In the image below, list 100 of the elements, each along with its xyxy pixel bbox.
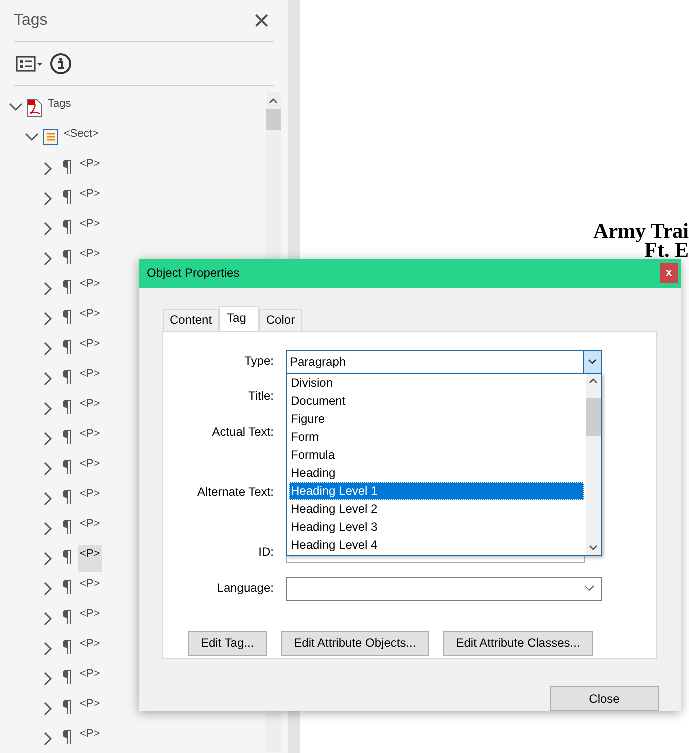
- paragraph-icon: [62, 519, 72, 534]
- paragraph-icon: [62, 309, 72, 324]
- chevron-icon[interactable]: [43, 372, 53, 386]
- chevron-icon[interactable]: [43, 642, 53, 656]
- paragraph-icon: [62, 189, 72, 204]
- tag-item[interactable]: <P>: [78, 545, 102, 572]
- tag-item[interactable]: <P>: [78, 215, 102, 235]
- language-dropdown[interactable]: [286, 576, 602, 601]
- tag-item[interactable]: <P>: [78, 365, 102, 385]
- chevron-icon[interactable]: [43, 702, 53, 716]
- scroll-thumb[interactable]: [266, 109, 281, 130]
- paragraph-icon: [62, 249, 72, 264]
- tag-item[interactable]: Tags: [46, 95, 74, 115]
- chevron-icon[interactable]: [43, 222, 53, 236]
- dialog-button[interactable]: Edit Attribute Objects...: [281, 630, 430, 656]
- tag-item[interactable]: <P>: [78, 155, 102, 175]
- tag-item[interactable]: <P>: [78, 335, 102, 355]
- chevron-icon[interactable]: [43, 492, 53, 506]
- paragraph-icon: [62, 729, 72, 744]
- dropdown-option[interactable]: Heading Level 2: [289, 500, 584, 518]
- chevron-icon[interactable]: [43, 612, 53, 626]
- tab[interactable]: Content: [163, 308, 220, 331]
- chevron-icon[interactable]: [43, 732, 53, 746]
- options-menu-icon[interactable]: [16, 54, 44, 72]
- document-heading: Army Trai: [594, 222, 689, 241]
- scroll-thumb[interactable]: [586, 398, 601, 436]
- tag-item[interactable]: <P>: [78, 395, 102, 415]
- tag-item[interactable]: <P>: [78, 605, 102, 625]
- chevron-icon[interactable]: [43, 552, 53, 566]
- chevron-icon[interactable]: [43, 462, 53, 476]
- dropdown-option[interactable]: Heading Level 1: [289, 482, 584, 500]
- dropdown-option[interactable]: Division: [289, 374, 584, 392]
- close-button[interactable]: x: [660, 263, 678, 284]
- tag-item[interactable]: <P>: [78, 665, 102, 685]
- paragraph-icon: [62, 579, 72, 594]
- chevron-icon[interactable]: [43, 582, 53, 596]
- dialog-button[interactable]: Edit Tag...: [188, 630, 268, 656]
- tag-item[interactable]: <P>: [78, 695, 102, 715]
- chevron-icon[interactable]: [43, 282, 53, 296]
- paragraph-icon: [62, 399, 72, 414]
- paragraph-icon: [62, 639, 72, 654]
- tag-item[interactable]: <P>: [78, 245, 102, 265]
- chevron-icon[interactable]: [25, 132, 39, 142]
- scroll-down-icon[interactable]: [589, 544, 598, 551]
- dropdown-option[interactable]: Heading Level 4: [289, 536, 584, 554]
- type-dropdown[interactable]: Paragraph: [286, 350, 602, 374]
- section-icon: [43, 129, 59, 146]
- chevron-icon[interactable]: [43, 312, 53, 326]
- field-label: Title:: [247, 388, 274, 405]
- paragraph-icon: [62, 549, 72, 564]
- tag-item[interactable]: <P>: [78, 575, 102, 595]
- tab[interactable]: Color: [259, 308, 302, 331]
- field-label: ID:: [258, 544, 274, 561]
- paragraph-icon: [62, 609, 72, 624]
- chevron-icon[interactable]: [43, 432, 53, 446]
- tag-item[interactable]: <P>: [78, 485, 102, 505]
- tag-item[interactable]: <P>: [78, 275, 102, 295]
- chevron-icon[interactable]: [43, 522, 53, 536]
- tag-item[interactable]: <P>: [78, 305, 102, 325]
- field-label: Language:: [216, 580, 274, 597]
- scroll-up-icon[interactable]: [589, 378, 598, 384]
- scroll-up-icon[interactable]: [269, 98, 278, 104]
- chevron-icon[interactable]: [43, 192, 53, 206]
- paragraph-icon: [62, 339, 72, 354]
- tab[interactable]: Tag: [219, 306, 260, 332]
- paragraph-icon: [62, 369, 72, 384]
- close-button[interactable]: ×: [250, 6, 274, 34]
- tag-item[interactable]: <P>: [78, 515, 102, 535]
- dialog-button[interactable]: Edit Attribute Classes...: [443, 630, 594, 656]
- chevron-icon[interactable]: [43, 162, 53, 176]
- tag-item[interactable]: <P>: [78, 185, 102, 205]
- close-button[interactable]: Close: [550, 686, 659, 711]
- tag-item[interactable]: <P>: [78, 635, 102, 655]
- paragraph-icon: [62, 669, 72, 684]
- tag-item[interactable]: <P>: [78, 425, 102, 445]
- field-label: Actual Text:: [211, 424, 274, 441]
- dropdown-option[interactable]: Figure: [289, 410, 584, 428]
- dropdown-option[interactable]: Formula: [289, 446, 584, 464]
- tag-item[interactable]: <P>: [78, 455, 102, 475]
- paragraph-icon: [62, 699, 72, 714]
- tag-item[interactable]: <P>: [78, 725, 102, 745]
- chevron-icon[interactable]: [9, 102, 23, 112]
- field-label: Type:: [244, 352, 274, 370]
- chevron-icon[interactable]: [43, 252, 53, 266]
- dropdown-option[interactable]: Form: [289, 428, 584, 446]
- field-label: Alternate Text:: [196, 484, 274, 501]
- dropdown-option[interactable]: Document: [289, 392, 584, 410]
- pdf-file-icon: [27, 99, 43, 118]
- chevron-icon[interactable]: [43, 402, 53, 416]
- paragraph-icon: [62, 489, 72, 504]
- paragraph-icon: [62, 279, 72, 294]
- chevron-icon[interactable]: [43, 672, 53, 686]
- tag-item[interactable]: <Sect>: [62, 125, 101, 145]
- dialog-title: Object Properties: [147, 266, 240, 280]
- dropdown-option[interactable]: Heading: [289, 464, 584, 482]
- paragraph-icon: [62, 159, 72, 174]
- paragraph-icon: [62, 219, 72, 234]
- dropdown-option[interactable]: Heading Level 3: [289, 518, 584, 536]
- chevron-icon[interactable]: [43, 342, 53, 356]
- info-icon[interactable]: [50, 52, 72, 74]
